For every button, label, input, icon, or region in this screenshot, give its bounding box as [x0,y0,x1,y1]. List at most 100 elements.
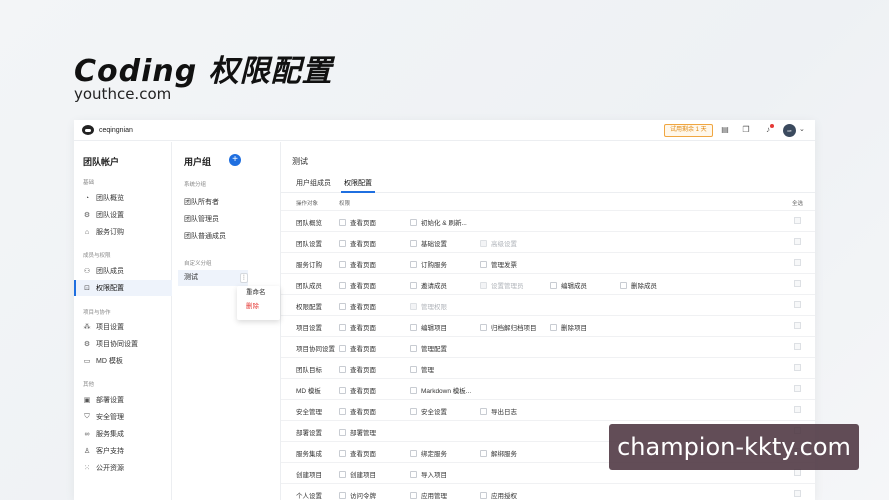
checkbox-icon[interactable] [410,260,417,268]
checkbox-icon[interactable] [339,323,346,331]
sidebar-item-support[interactable]: ♙ 客户支持 [74,443,172,459]
permission-checkbox[interactable]: 查看页面 [339,322,376,332]
permission-checkbox[interactable]: 应用授权 [480,490,517,500]
checkbox-icon[interactable] [620,281,627,289]
checkbox-icon[interactable] [410,407,417,415]
checkbox-icon[interactable] [339,344,346,352]
permission-checkbox[interactable]: 查看页面 [339,238,376,248]
avatar[interactable]: ce [783,124,796,137]
permission-checkbox[interactable]: 导入项目 [410,469,447,479]
checkbox-icon[interactable] [410,470,417,478]
select-all-checkbox[interactable] [794,406,801,413]
permission-checkbox[interactable]: 初始化 & 刷新... [410,217,467,227]
select-all-checkbox[interactable] [794,217,801,224]
checkbox-icon[interactable] [550,323,557,331]
permission-checkbox[interactable]: 删除项目 [550,322,587,332]
checkbox-icon[interactable] [339,386,346,394]
permission-checkbox[interactable]: 查看页面 [339,364,376,374]
brand[interactable]: ceqingnian [82,125,133,135]
checkbox-icon[interactable] [410,344,417,352]
rename-menu-item[interactable]: 重命名 [237,286,280,300]
permission-checkbox[interactable]: 查看页面 [339,448,376,458]
checkbox-icon[interactable] [339,449,346,457]
sidebar-item-overview[interactable]: ◔ 团队概览 [74,190,172,206]
checkbox-icon[interactable] [339,239,346,247]
permission-checkbox[interactable]: Markdown 模板... [410,385,471,395]
checkbox-icon[interactable] [339,365,346,373]
checkbox-icon[interactable] [410,491,417,499]
sidebar-item-subscription[interactable]: ⌂ 服务订购 [74,224,172,240]
sidebar-item-team-settings[interactable]: ⚙ 团队设置 [74,207,172,223]
permission-checkbox[interactable]: 查看页面 [339,301,376,311]
copy-icon[interactable]: ❐ [741,125,751,135]
permission-checkbox[interactable]: 删除成员 [620,280,657,290]
permission-checkbox[interactable]: 查看页面 [339,217,376,227]
permission-checkbox[interactable]: 创建项目 [339,469,376,479]
select-all-checkbox[interactable] [794,280,801,287]
group-item-admin[interactable]: 团队管理员 [184,214,219,224]
sidebar-item-project-settings[interactable]: ⁂ 项目设置 [74,319,172,335]
permission-checkbox[interactable]: 管理 [410,364,434,374]
sidebar-item-permissions[interactable]: ⊡ 权限配置 [74,280,172,296]
checkbox-icon[interactable] [480,491,487,499]
select-all-checkbox[interactable] [794,364,801,371]
permission-checkbox[interactable]: 导出日志 [480,406,517,416]
checkbox-icon[interactable] [339,260,346,268]
checkbox-icon[interactable] [339,218,346,226]
permission-checkbox[interactable]: 安全设置 [410,406,447,416]
checkbox-icon[interactable] [480,239,487,247]
sidebar-item-public-resources[interactable]: ⁙ 公开资源 [74,460,172,476]
select-all-checkbox[interactable] [794,238,801,245]
add-group-button[interactable]: + [229,154,241,166]
select-all-checkbox[interactable] [794,490,801,497]
checkbox-icon[interactable] [480,323,487,331]
select-all-checkbox[interactable] [794,301,801,308]
checkbox-icon[interactable] [410,281,417,289]
checkbox-icon[interactable] [339,302,346,310]
tab-members[interactable]: 用户组成员 [296,178,331,193]
checkbox-icon[interactable] [480,449,487,457]
permission-checkbox[interactable]: 管理配置 [410,343,447,353]
checkbox-icon[interactable] [339,281,346,289]
tab-permissions[interactable]: 权限配置 [341,178,375,193]
select-all-checkbox[interactable] [794,469,801,476]
bell-icon[interactable]: ♪ [763,124,774,135]
checkbox-icon[interactable] [550,281,557,289]
chevron-down-icon[interactable]: ⌄ [799,125,805,133]
trial-badge[interactable]: 试用剩余 1 天 [664,124,713,137]
checkbox-icon[interactable] [410,386,417,394]
select-all-checkbox[interactable] [794,385,801,392]
checkbox-icon[interactable] [480,281,487,289]
checkbox-icon[interactable] [410,239,417,247]
permission-checkbox[interactable]: 查看页面 [339,343,376,353]
group-item-member[interactable]: 团队普通成员 [184,231,226,241]
permission-checkbox[interactable]: 查看页面 [339,385,376,395]
checkbox-icon[interactable] [410,218,417,226]
checkbox-icon[interactable] [339,470,346,478]
permission-checkbox[interactable]: 管理发票 [480,259,517,269]
sidebar-item-collab-settings[interactable]: ⚙ 项目协同设置 [74,336,172,352]
select-all-checkbox[interactable] [794,259,801,266]
permission-checkbox[interactable]: 访问令牌 [339,490,376,500]
permission-checkbox[interactable]: 查看页面 [339,259,376,269]
permission-checkbox[interactable]: 编辑项目 [410,322,447,332]
sidebar-item-security[interactable]: ⛉ 安全管理 [74,409,172,425]
permission-checkbox[interactable]: 解绑服务 [480,448,517,458]
delete-menu-item[interactable]: 删除 [237,300,280,314]
checkbox-icon[interactable] [410,365,417,373]
checkbox-icon[interactable] [410,302,417,310]
permission-checkbox[interactable]: 管理权限 [410,301,447,311]
sidebar-item-deploy[interactable]: ▣ 部署设置 [74,392,172,408]
select-all-checkbox[interactable] [794,322,801,329]
checkbox-icon[interactable] [339,407,346,415]
more-icon[interactable]: ⋮ [240,273,248,283]
permission-checkbox[interactable]: 查看页面 [339,280,376,290]
permission-checkbox[interactable]: 设置管理员 [480,280,524,290]
permission-checkbox[interactable]: 归档解归档项目 [480,322,537,332]
sidebar-item-members[interactable]: ⚇ 团队成员 [74,263,172,279]
checkbox-icon[interactable] [339,428,346,436]
permission-checkbox[interactable]: 部署管理 [339,427,376,437]
doc-icon[interactable]: ▤ [720,125,730,135]
permission-checkbox[interactable]: 查看页面 [339,406,376,416]
checkbox-icon[interactable] [410,323,417,331]
